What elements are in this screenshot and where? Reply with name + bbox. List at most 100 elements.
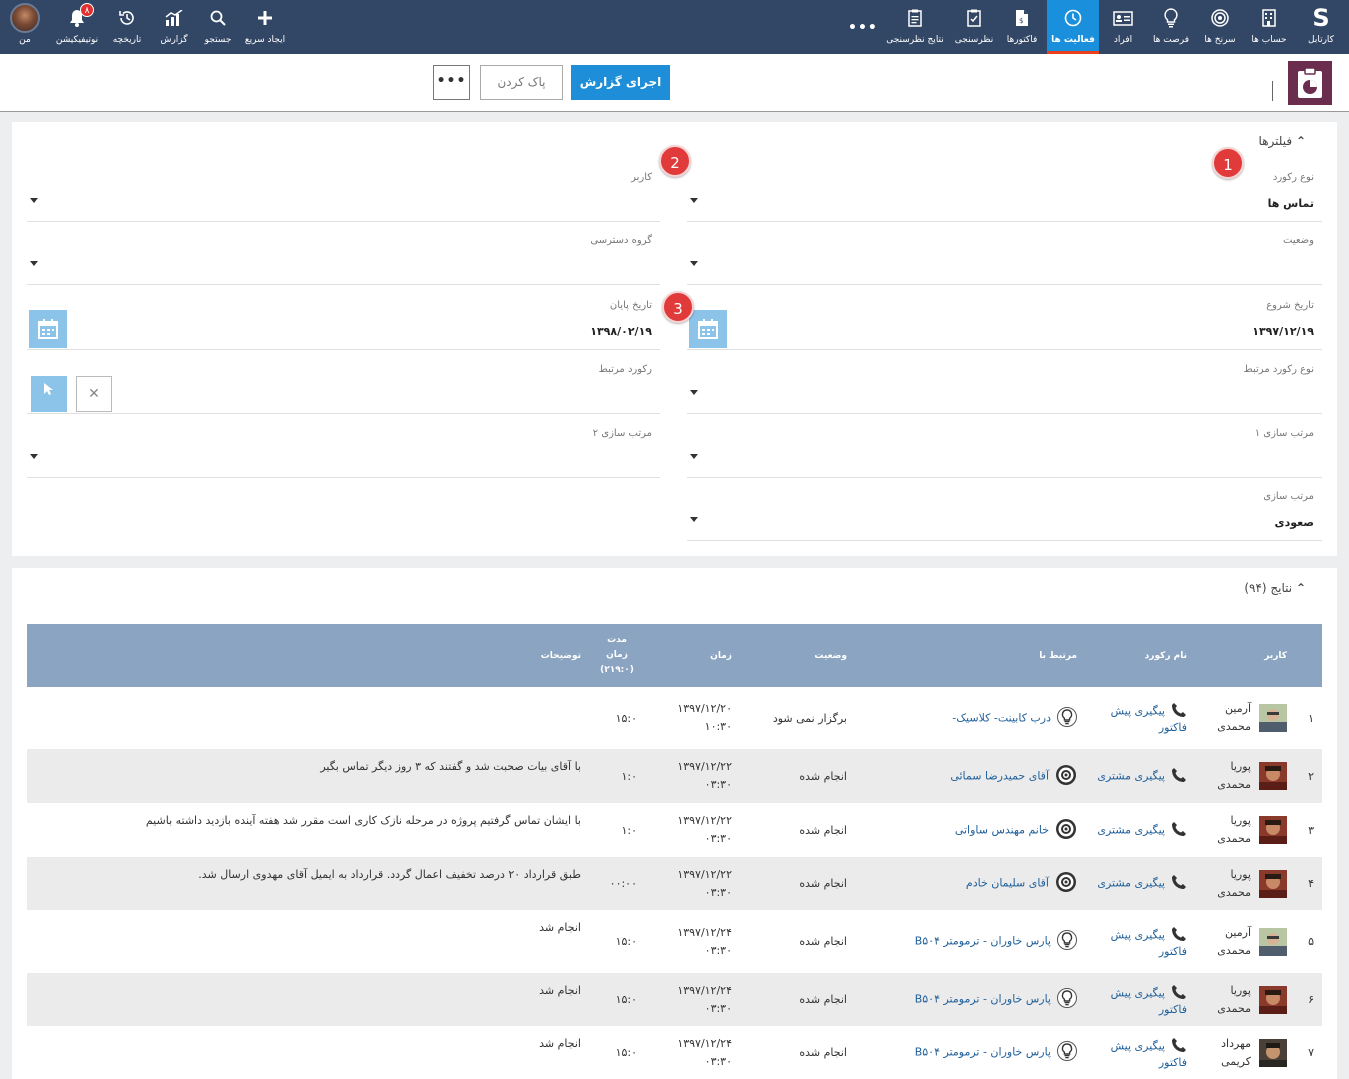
- column-header-user[interactable]: کاربر: [1195, 624, 1295, 687]
- row-index: ۲: [1295, 749, 1322, 803]
- record-cell[interactable]: پیگیری پیش فاکتور: [1085, 687, 1195, 749]
- related-cell[interactable]: آقای حمیدرضا سمائی: [855, 749, 1085, 803]
- access-group-select[interactable]: گروه دسترسی: [27, 225, 660, 285]
- related-link[interactable]: آقای حمیدرضا سمائی: [950, 769, 1049, 782]
- clipboard-icon: [904, 7, 926, 29]
- table-row[interactable]: ۴ پوریا محمدی پیگیری مشتری آقای سلیمان خادم…: [27, 857, 1322, 910]
- column-header-time[interactable]: زمان: [645, 624, 740, 687]
- row-index: ۴: [1295, 857, 1322, 910]
- related-cell[interactable]: خانم مهندس ساواتی: [855, 803, 1085, 857]
- filters-header[interactable]: فیلترها ⌃: [1259, 134, 1312, 148]
- annotation-marker-2: 2: [659, 145, 691, 177]
- search-button[interactable]: جستجو: [198, 0, 238, 54]
- phone-icon: [1171, 874, 1187, 893]
- nav-opportunities[interactable]: فرصت ها: [1148, 0, 1194, 54]
- duration-cell: ۱۵:۰: [615, 935, 637, 948]
- nav-survey-results[interactable]: نتایج نظرسنجی: [884, 0, 946, 54]
- sort-direction-select[interactable]: مرتب سازی صعودی: [687, 481, 1322, 541]
- status-cell: انجام شده: [799, 1046, 847, 1059]
- run-report-button[interactable]: اجرای گزارش: [571, 65, 670, 100]
- user-cell: آرمین محمدی: [1195, 687, 1295, 749]
- notification-button[interactable]: ۸ نوتیفیکیشن: [50, 0, 104, 54]
- related-link[interactable]: آقای سلیمان خادم: [966, 877, 1049, 890]
- related-cell[interactable]: پارس خاوران - ترمومتر B۵۰۴: [855, 910, 1085, 973]
- quick-create-button[interactable]: ایجاد سریع: [242, 0, 288, 54]
- record-cell[interactable]: پیگیری پیش فاکتور: [1085, 910, 1195, 973]
- sort1-select[interactable]: مرتب سازی ۱: [687, 418, 1322, 478]
- nav-activities[interactable]: فعالیت ها: [1047, 0, 1099, 54]
- phone-icon: [1171, 1037, 1187, 1056]
- target-icon: [1055, 871, 1077, 896]
- user-menu-button[interactable]: من: [6, 0, 44, 54]
- column-header-duration[interactable]: مدت زمان (۲۱۹:۰): [589, 624, 645, 687]
- nav-more-button[interactable]: •••: [848, 20, 878, 36]
- description-cell: انجام شد: [27, 973, 589, 1026]
- related-cell[interactable]: آقای سلیمان خادم: [855, 857, 1085, 910]
- calendar-icon[interactable]: [689, 310, 727, 348]
- status-cell: برگزار نمی شود: [772, 711, 847, 725]
- phone-icon: [1171, 702, 1187, 721]
- table-row[interactable]: ۳ پوریا محمدی پیگیری مشتری خانم مهندس ساوات…: [27, 803, 1322, 857]
- user-select[interactable]: کاربر: [27, 162, 660, 222]
- duration-cell: ۰۰:۰۰: [589, 857, 645, 910]
- sort2-select[interactable]: مرتب سازی ۲: [27, 418, 660, 478]
- related-record-field[interactable]: رکورد مرتبط ✕: [27, 354, 660, 414]
- table-row[interactable]: ۵ آرمین محمدی پیگیری پیش فاکتور پارس خاوران…: [27, 910, 1322, 973]
- chart-icon: [163, 7, 185, 29]
- caret-down-icon: [690, 454, 698, 459]
- record-cell[interactable]: پیگیری مشتری: [1085, 857, 1195, 910]
- record-cell[interactable]: پیگیری پیش فاکتور: [1085, 1026, 1195, 1079]
- column-header-status[interactable]: وضعیت: [740, 624, 855, 687]
- record-link[interactable]: پیگیری مشتری: [1097, 823, 1165, 836]
- column-header-record-name[interactable]: نام رکورد: [1085, 624, 1195, 687]
- record-cell[interactable]: پیگیری مشتری: [1085, 749, 1195, 803]
- related-link[interactable]: پارس خاوران - ترمومتر B۵۰۴: [915, 1046, 1051, 1059]
- select-pointer-button[interactable]: [31, 376, 67, 412]
- record-link[interactable]: پیگیری مشتری: [1097, 877, 1165, 890]
- start-date-field[interactable]: تاریخ شروع ۱۳۹۷/۱۲/۱۹: [687, 290, 1322, 350]
- related-record-type-select[interactable]: نوع رکورد مرتبط: [687, 354, 1322, 414]
- history-icon: [116, 7, 138, 29]
- column-header-description[interactable]: توضیحات: [27, 624, 589, 687]
- description-cell: انجام شد: [539, 1037, 581, 1050]
- nav-people[interactable]: افراد: [1100, 0, 1146, 54]
- calendar-icon[interactable]: [29, 310, 67, 348]
- more-actions-button[interactable]: •••: [433, 65, 470, 100]
- lightbulb-icon: [1057, 706, 1077, 731]
- table-row[interactable]: ۱ آرمین محمدی پیگیری پیش فاکتور درب کابینت-…: [27, 687, 1322, 749]
- caret-down-icon: [690, 390, 698, 395]
- caret-down-icon: [30, 198, 38, 203]
- related-link[interactable]: درب کابینت- کلاسیک-: [952, 711, 1051, 724]
- related-link[interactable]: خانم مهندس ساواتی: [955, 823, 1049, 836]
- caret-down-icon: [30, 261, 38, 266]
- nav-survey[interactable]: نظرسنجی: [950, 0, 998, 54]
- row-index: ۳: [1308, 823, 1314, 837]
- related-link[interactable]: پارس خاوران - ترمومتر B۵۰۴: [915, 935, 1051, 948]
- status-select[interactable]: وضعیت: [687, 225, 1322, 285]
- nav-accounts[interactable]: حساب ها: [1245, 0, 1293, 54]
- table-row[interactable]: ۶ پوریا محمدی پیگیری پیش فاکتور پارس خاوران…: [27, 973, 1322, 1026]
- record-cell[interactable]: پیگیری مشتری: [1085, 803, 1195, 857]
- annotation-marker-3: 3: [662, 291, 694, 323]
- record-link[interactable]: پیگیری مشتری: [1097, 769, 1165, 782]
- clear-button[interactable]: پاک کردن: [480, 65, 563, 100]
- nav-dashboard[interactable]: S کارتابل: [1298, 0, 1344, 54]
- column-header-related[interactable]: مرتبط با: [855, 624, 1085, 687]
- table-row[interactable]: ۲ پوریا محمدی پیگیری مشتری آقای حمیدرضا سما…: [27, 749, 1322, 803]
- results-header[interactable]: نتایج (۹۴) ⌃: [1244, 581, 1312, 595]
- phone-icon: [1171, 821, 1187, 840]
- related-cell[interactable]: پارس خاوران - ترمومتر B۵۰۴: [855, 1026, 1085, 1079]
- related-cell[interactable]: درب کابینت- کلاسیک-: [855, 687, 1085, 749]
- record-cell[interactable]: پیگیری پیش فاکتور: [1085, 973, 1195, 1026]
- nav-leads[interactable]: سرنخ ها: [1197, 0, 1243, 54]
- table-row[interactable]: ۷ مهرداد کریمی پیگیری پیش فاکتور پارس خاورا…: [27, 1026, 1322, 1079]
- report-button[interactable]: گزارش: [155, 0, 193, 54]
- history-button[interactable]: تاریخچه: [106, 0, 148, 54]
- end-date-field[interactable]: تاریخ پایان ۱۳۹۸/۰۲/۱۹: [27, 290, 660, 350]
- duration-cell: ۱۵:۰: [615, 711, 637, 725]
- caret-down-icon: [30, 454, 38, 459]
- clear-related-button[interactable]: ✕: [76, 376, 112, 412]
- related-cell[interactable]: پارس خاوران - ترمومتر B۵۰۴: [855, 973, 1085, 1026]
- related-link[interactable]: پارس خاوران - ترمومتر B۵۰۴: [915, 993, 1051, 1006]
- nav-invoices[interactable]: $ فاکتورها: [998, 0, 1046, 54]
